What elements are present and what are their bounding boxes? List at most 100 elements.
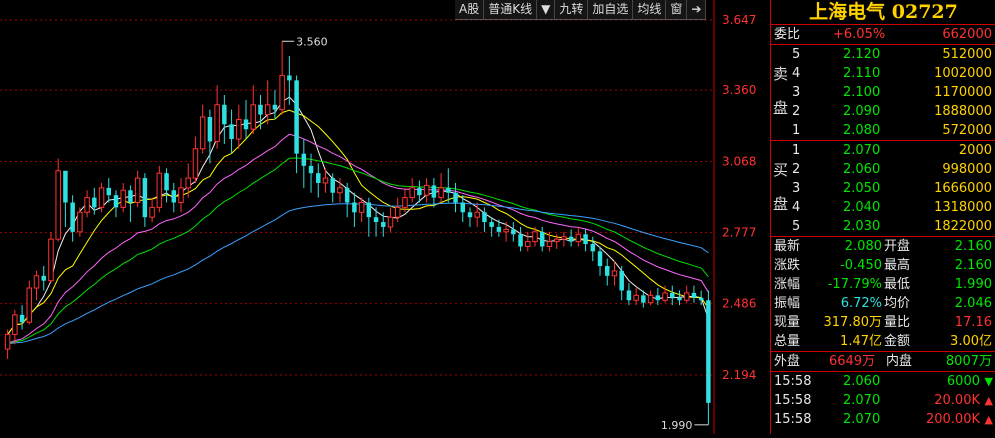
candle-body — [207, 116, 213, 142]
weibi-label: 委比 — [774, 27, 801, 42]
buy-row[interactable]: 4 2.040 1318000 — [771, 198, 995, 217]
candle-body — [662, 292, 668, 301]
sell-level: 4 — [792, 66, 801, 81]
buy-row[interactable]: 5 2.030 1822000 — [771, 217, 995, 236]
price-tick-label: 3.647 — [722, 13, 756, 27]
candle-body — [301, 153, 307, 166]
buy-volume: 2000 — [958, 143, 992, 158]
stat-value: 2.160 — [954, 258, 992, 273]
candle-body — [553, 238, 560, 243]
kline-svg[interactable]: 3.647 3.360 3.068 2.777 2.486 2.194 3.560 1.990 — [0, 0, 770, 434]
price-tick-label: 3.360 — [722, 83, 756, 97]
candle-body — [264, 104, 271, 116]
buy-row[interactable]: 3 2.050 1666000 — [771, 179, 995, 198]
stat-value: -17.79% — [827, 277, 882, 292]
stat-label: 最高 — [884, 258, 911, 273]
candle-body — [294, 80, 299, 154]
buy-row[interactable]: 1 2.070 2000 — [771, 141, 995, 160]
window-button[interactable]: 窗 — [666, 0, 688, 19]
market-button[interactable]: A股 — [455, 0, 485, 19]
sell-row[interactable]: 3 2.100 1170000 — [771, 83, 995, 102]
candle-body — [611, 270, 618, 277]
moving-average-button[interactable]: 均线 — [633, 0, 667, 19]
outer-inner-row: 外盘 6649万 内盘 8007万 — [771, 352, 995, 372]
candle-body — [467, 212, 473, 218]
price-tick-label: 3.068 — [722, 154, 756, 168]
candle-body — [590, 244, 596, 252]
tick-list[interactable]: 15:58 2.060 6000 ▼ 15:58 2.070 20.00K ▲ 15:58 2.0… — [771, 372, 995, 429]
candle-body — [706, 300, 711, 403]
candle-body — [258, 104, 263, 115]
candle-body — [344, 187, 350, 203]
chevron-down-icon[interactable]: ▼ — [537, 0, 556, 19]
candle-body — [358, 202, 365, 213]
stat-row: 总量 1.47亿 金额 3.00亿 — [771, 332, 995, 351]
candle-body — [171, 190, 177, 203]
candle-body — [164, 173, 169, 191]
candle-body — [409, 187, 415, 199]
exit-icon[interactable]: ➔ — [687, 0, 707, 19]
candle-body — [26, 287, 33, 323]
tick-row[interactable]: 15:58 2.070 20.00K ▲ — [771, 391, 995, 410]
stat-value: 3.00亿 — [950, 334, 992, 349]
ma20-line — [7, 133, 709, 344]
buy-level: 3 — [792, 181, 801, 196]
inner-label: 内盘 — [886, 354, 913, 369]
high-marker-label: 3.560 — [296, 35, 328, 48]
add-watchlist-button[interactable]: 加自选 — [588, 0, 634, 19]
sell-book: 卖 盘 5 2.120 512000 4 2.110 1002000 3 2.100 11700… — [771, 45, 995, 141]
weibi-row: 委比 +6.05% 662000 — [771, 25, 995, 45]
candle-body — [605, 266, 610, 276]
stat-label: 均价 — [884, 296, 911, 311]
tick-price: 2.070 — [843, 393, 881, 408]
buy-level: 1 — [792, 143, 801, 158]
stat-value: 6.72% — [840, 296, 882, 311]
candle-body — [655, 295, 661, 301]
tick-price: 2.070 — [843, 412, 881, 427]
arrow-down-icon: ▼ — [984, 375, 993, 388]
tick-row[interactable]: 15:58 2.070 200.00K ▲ — [771, 410, 995, 429]
candle-body — [423, 184, 430, 196]
kline-chart[interactable]: 3.647 3.360 3.068 2.777 2.486 2.194 3.560 1.990 — [0, 0, 770, 434]
candle-body — [142, 178, 148, 218]
buy-price: 2.030 — [843, 219, 881, 234]
stat-label: 振幅 — [774, 296, 801, 311]
stat-row: 最新 2.080 开盘 2.160 — [771, 237, 995, 256]
sell-row[interactable]: 1 2.080 572000 — [771, 121, 995, 140]
tick-time: 15:58 — [774, 374, 812, 389]
stat-value: 1.47亿 — [840, 334, 882, 349]
candle-body — [677, 297, 682, 301]
candle-body — [561, 236, 567, 240]
candle-body — [619, 270, 624, 291]
arrow-up-icon: ▲ — [984, 394, 993, 407]
candle-body — [597, 251, 603, 267]
sell-row[interactable]: 5 2.120 512000 — [771, 45, 995, 64]
stat-label: 现量 — [774, 315, 801, 330]
candle-body — [250, 104, 256, 130]
sell-volume: 572000 — [942, 123, 992, 138]
sell-level: 5 — [792, 47, 801, 62]
buy-volume: 1822000 — [934, 219, 992, 234]
ma5-line — [7, 96, 709, 335]
sell-level: 1 — [792, 123, 801, 138]
stat-label: 最低 — [884, 277, 911, 292]
weibi-pct: +6.05% — [833, 27, 886, 42]
tick-row[interactable]: 15:58 2.060 6000 ▼ — [771, 372, 995, 391]
candle-body — [460, 202, 465, 213]
candle-body — [402, 197, 408, 208]
sell-level: 2 — [792, 104, 801, 119]
candle-body — [330, 178, 335, 193]
candle-body — [583, 234, 588, 245]
kline-type-dropdown[interactable]: 普通K线 — [484, 0, 538, 19]
sell-row[interactable]: 2 2.090 1888000 — [771, 102, 995, 121]
sell-row[interactable]: 4 2.110 1002000 — [771, 64, 995, 83]
candle-body — [48, 238, 54, 282]
candle-body — [192, 148, 199, 179]
candle-body — [185, 177, 191, 189]
candle-body — [199, 116, 206, 150]
stat-value: 2.046 — [954, 296, 992, 311]
jiuzhuan-button[interactable]: 九转 — [555, 0, 589, 19]
candle-body — [489, 222, 494, 227]
buy-row[interactable]: 2 2.060 998000 — [771, 160, 995, 179]
candle-body — [322, 177, 329, 184]
